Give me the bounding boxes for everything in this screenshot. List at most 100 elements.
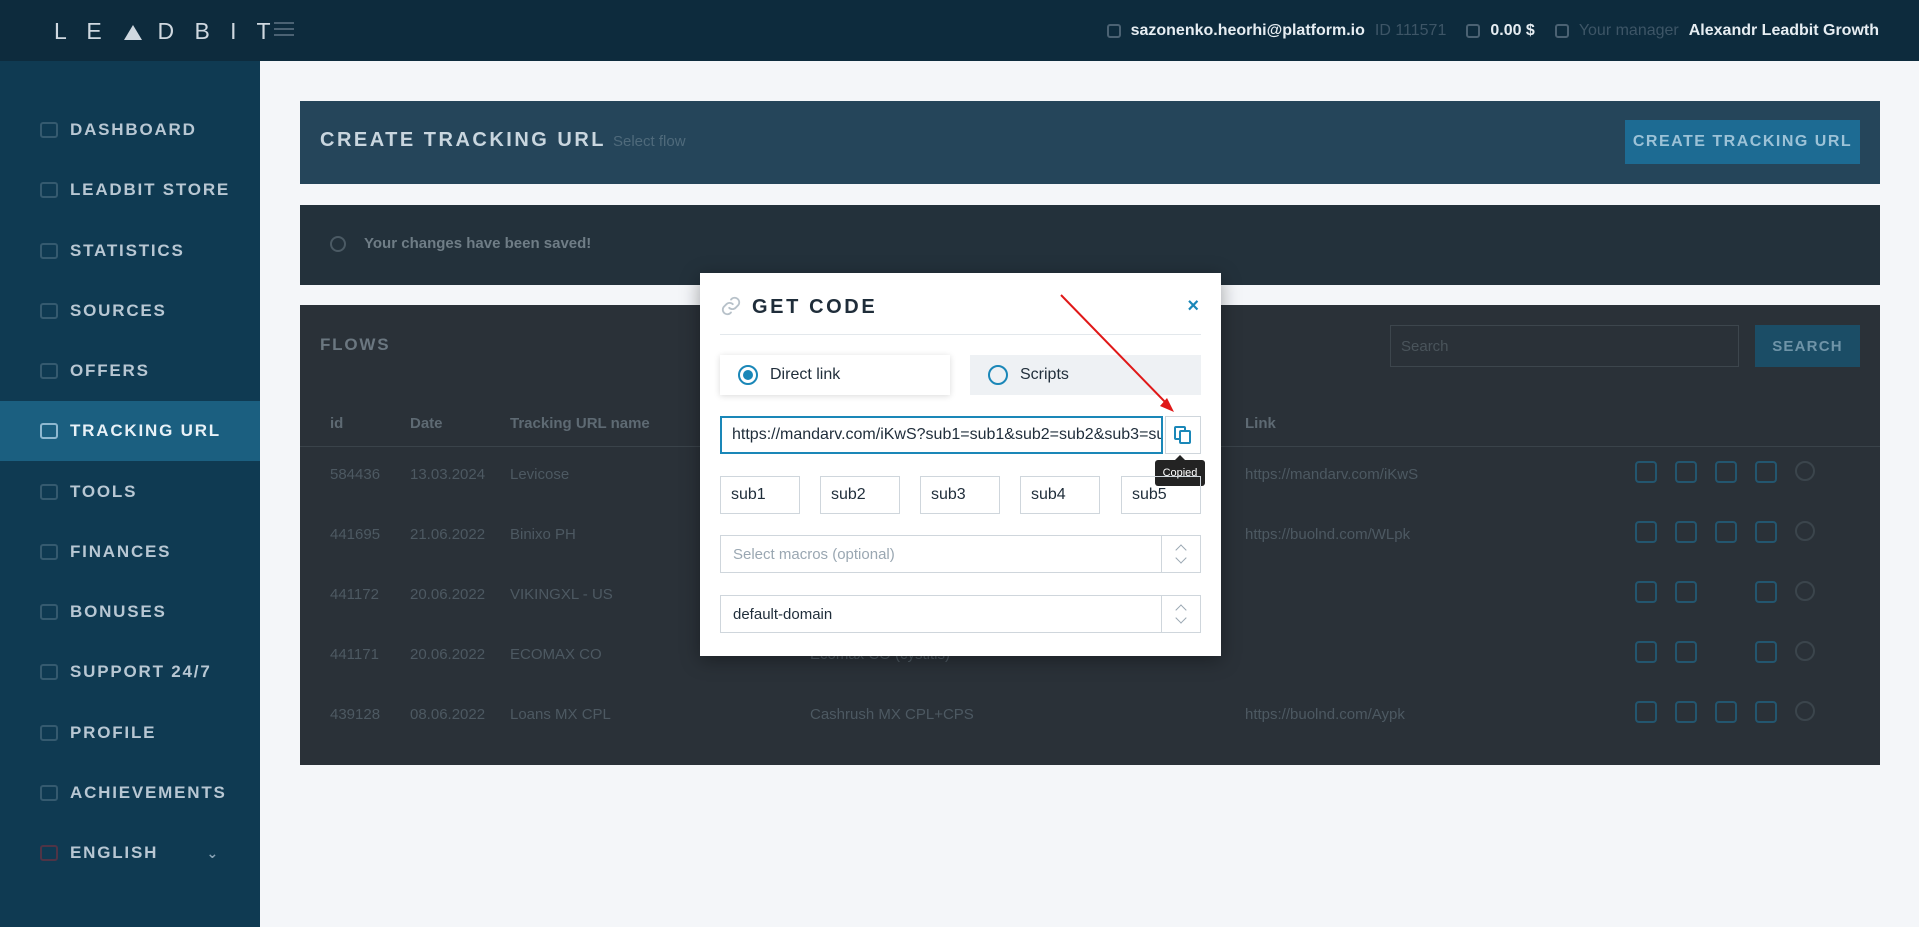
bonuses-icon <box>40 604 58 620</box>
notice-text: Your changes have been saved! <box>364 235 592 252</box>
sidebar: DASHBOARD LEADBIT STORE STATISTICS SOURC… <box>0 61 260 927</box>
link-icon[interactable] <box>1715 521 1737 543</box>
sidebar-item-label: SUPPORT 24/7 <box>70 662 212 681</box>
row-id: 441695 <box>330 526 381 543</box>
leadbit-logo[interactable]: L E D B I T <box>54 18 278 45</box>
delete-icon[interactable] <box>1795 701 1815 721</box>
column-header-link[interactable]: Link <box>1245 415 1276 432</box>
account-area: sazonenko.heorhi@platform.io ID 111571 0… <box>1106 0 1879 61</box>
column-header-id[interactable]: id <box>330 415 343 432</box>
sidebar-item-profile[interactable]: PROFILE <box>0 703 260 763</box>
manager-name[interactable]: Alexandr Leadbit Growth <box>1689 22 1879 40</box>
support-icon <box>40 664 58 680</box>
store-icon <box>40 182 58 198</box>
sub4-input[interactable]: sub4 <box>1020 476 1100 514</box>
tab-scripts[interactable]: Scripts <box>970 355 1201 395</box>
row-date: 20.06.2022 <box>410 646 486 663</box>
macros-placeholder: Select macros (optional) <box>733 546 895 563</box>
stats-icon[interactable] <box>1635 701 1657 723</box>
menu-toggle-icon[interactable] <box>274 22 294 36</box>
language-selector[interactable]: ENGLISH ⌄ <box>0 823 260 883</box>
sidebar-item-leadbit-store[interactable]: LEADBIT STORE <box>0 160 260 220</box>
radio-empty-icon <box>988 365 1008 385</box>
top-bar: L E D B I T sazonenko.heorhi@platform.io… <box>0 0 1919 61</box>
action-placeholder <box>1715 581 1737 603</box>
delete-icon[interactable] <box>1795 461 1815 481</box>
manager-label: Your manager <box>1578 21 1679 39</box>
sidebar-item-sources[interactable]: SOURCES <box>0 281 260 341</box>
sub5-input[interactable]: sub5 <box>1121 476 1201 514</box>
delete-icon[interactable] <box>1795 581 1815 601</box>
clipboard-icon[interactable] <box>1675 461 1697 483</box>
tab-direct-link[interactable]: Direct link <box>720 355 950 395</box>
sidebar-item-dashboard[interactable]: DASHBOARD <box>0 100 260 160</box>
edit-icon[interactable] <box>1755 521 1777 543</box>
domain-value: default-domain <box>733 606 833 623</box>
clipboard-icon[interactable] <box>1675 521 1697 543</box>
flows-search-button[interactable]: SEARCH <box>1755 325 1860 367</box>
stats-icon[interactable] <box>1635 461 1657 483</box>
clipboard-icon[interactable] <box>1675 641 1697 663</box>
sidebar-item-bonuses[interactable]: BONUSES <box>0 582 260 642</box>
edit-icon[interactable] <box>1755 641 1777 663</box>
finances-icon <box>40 544 58 560</box>
sub2-input[interactable]: sub2 <box>820 476 900 514</box>
select-arrows-icon <box>1175 602 1188 626</box>
check-icon <box>330 236 346 252</box>
create-tracking-button[interactable]: CREATE TRACKING URL <box>1625 120 1860 164</box>
column-header-date[interactable]: Date <box>410 415 443 432</box>
flows-search-input[interactable]: Search <box>1390 325 1739 367</box>
sidebar-item-statistics[interactable]: STATISTICS <box>0 221 260 281</box>
flow-select[interactable]: Select flow <box>605 119 1605 165</box>
row-name: Loans MX CPL <box>510 706 611 723</box>
row-link[interactable]: https://buolnd.com/WLpk <box>1245 526 1410 543</box>
link-icon[interactable] <box>1715 701 1737 723</box>
close-icon[interactable]: × <box>1187 295 1199 318</box>
sidebar-item-tools[interactable]: TOOLS <box>0 462 260 522</box>
sidebar-item-achievements[interactable]: ACHIEVEMENTS <box>0 763 260 823</box>
sidebar-item-offers[interactable]: OFFERS <box>0 341 260 401</box>
row-id: 439128 <box>330 706 381 723</box>
copy-button[interactable] <box>1165 416 1201 454</box>
achievements-icon <box>40 785 58 801</box>
domain-select[interactable]: default-domain <box>720 595 1201 633</box>
row-offer: Cashrush MX CPL+CPS <box>810 706 974 723</box>
create-tracking-title: CREATE TRACKING URL <box>320 129 607 151</box>
clipboard-icon[interactable] <box>1675 581 1697 603</box>
clipboard-icon[interactable] <box>1675 701 1697 723</box>
sidebar-item-label: PROFILE <box>70 723 157 742</box>
link-icon <box>721 296 741 316</box>
delete-icon[interactable] <box>1795 641 1815 661</box>
tracking-url-input[interactable]: https://mandarv.com/iKwS?sub1=sub1&sub2=… <box>720 416 1163 454</box>
row-link[interactable]: https://mandarv.com/iKwS <box>1245 466 1418 483</box>
copy-icon <box>1174 426 1192 444</box>
row-date: 08.06.2022 <box>410 706 486 723</box>
edit-icon[interactable] <box>1755 461 1777 483</box>
delete-icon[interactable] <box>1795 521 1815 541</box>
sidebar-item-label: DASHBOARD <box>70 120 197 139</box>
stats-icon[interactable] <box>1635 581 1657 603</box>
dashboard-icon <box>40 122 58 138</box>
column-header-name[interactable]: Tracking URL name <box>510 415 650 432</box>
sidebar-item-tracking-url[interactable]: TRACKING URL <box>0 401 260 461</box>
sidebar-item-label: ACHIEVEMENTS <box>70 783 227 802</box>
modal-title: GET CODE <box>752 296 878 318</box>
offers-icon <box>40 363 58 379</box>
macros-select[interactable]: Select macros (optional) <box>720 535 1201 573</box>
balance[interactable]: 0.00 $ <box>1490 22 1534 40</box>
sub3-input[interactable]: sub3 <box>920 476 1000 514</box>
chart-icon <box>40 243 58 259</box>
user-email[interactable]: sazonenko.heorhi@platform.io <box>1131 22 1365 40</box>
sidebar-item-finances[interactable]: FINANCES <box>0 522 260 582</box>
create-tracking-card: CREATE TRACKING URL Select flow CREATE T… <box>300 101 1880 184</box>
link-icon[interactable] <box>1715 461 1737 483</box>
stats-icon[interactable] <box>1635 521 1657 543</box>
edit-icon[interactable] <box>1755 701 1777 723</box>
row-date: 20.06.2022 <box>410 586 486 603</box>
row-link[interactable]: https://buolnd.com/Aypk <box>1245 706 1405 723</box>
sub1-input[interactable]: sub1 <box>720 476 800 514</box>
code-type-tabs: Direct link Scripts <box>720 355 1201 395</box>
stats-icon[interactable] <box>1635 641 1657 663</box>
edit-icon[interactable] <box>1755 581 1777 603</box>
sidebar-item-support[interactable]: SUPPORT 24/7 <box>0 642 260 702</box>
